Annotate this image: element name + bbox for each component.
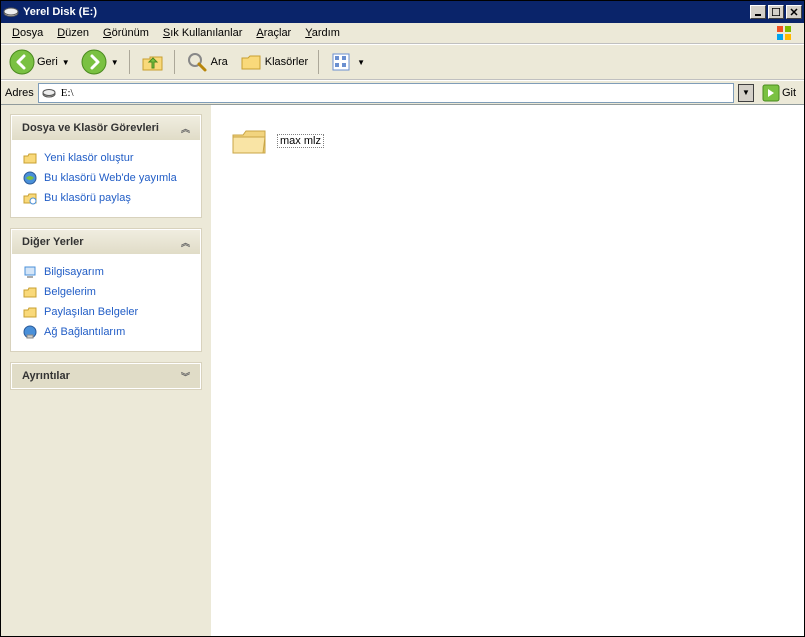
tasks-panel: Dosya ve Klasör Görevleri ︽ Yeni klasör … xyxy=(11,115,201,217)
chevron-up-icon: ︽ xyxy=(181,236,190,249)
drive-icon xyxy=(41,85,57,101)
toolbar-separator xyxy=(129,50,130,74)
address-label: Adres xyxy=(5,87,34,99)
places-panel-body: Bilgisayarım Belgelerim Paylaşılan Belge… xyxy=(12,254,200,350)
go-label: Git xyxy=(782,87,796,99)
search-button[interactable]: Ara xyxy=(181,48,232,76)
toolbar-separator xyxy=(174,50,175,74)
tasks-panel-body: Yeni klasör oluştur Bu klasörü Web'de ya… xyxy=(12,140,200,216)
folder-item[interactable]: max mlz xyxy=(229,123,324,159)
go-button[interactable]: Git xyxy=(758,84,800,102)
address-dropdown[interactable]: ▼ xyxy=(738,84,754,102)
place-network[interactable]: Ağ Bağlantılarım xyxy=(22,322,190,342)
menu-edit[interactable]: Düzen xyxy=(50,25,96,41)
toolbar: Geri ▼ ▼ Ara Klasörler ▼ xyxy=(1,44,804,80)
back-label: Geri xyxy=(37,56,58,68)
menu-tools[interactable]: Araçlar xyxy=(249,25,298,41)
menu-help[interactable]: Yardım xyxy=(298,25,347,41)
drive-icon xyxy=(3,4,19,20)
place-my-documents[interactable]: Belgelerim xyxy=(22,282,190,302)
place-my-computer[interactable]: Bilgisayarım xyxy=(22,262,190,282)
address-input[interactable] xyxy=(61,87,731,99)
dropdown-arrow-icon: ▼ xyxy=(62,58,70,67)
folder-icon xyxy=(229,123,269,159)
details-panel-header[interactable]: Ayrıntılar ︾ xyxy=(12,364,200,388)
tasks-title: Dosya ve Klasör Görevleri xyxy=(22,122,159,134)
content-area: Dosya ve Klasör Görevleri ︽ Yeni klasör … xyxy=(1,104,804,636)
address-bar: Adres ▼ Git xyxy=(1,80,804,104)
dropdown-arrow-icon: ▼ xyxy=(357,58,365,67)
titlebar[interactable]: Yerel Disk (E:) xyxy=(1,1,804,23)
details-panel: Ayrıntılar ︾ xyxy=(11,363,201,389)
folders-label: Klasörler xyxy=(265,56,308,68)
sidebar: Dosya ve Klasör Görevleri ︽ Yeni klasör … xyxy=(1,105,211,636)
file-view[interactable]: max mlz xyxy=(211,105,804,636)
dropdown-arrow-icon: ▼ xyxy=(111,58,119,67)
places-panel: Diğer Yerler ︽ Bilgisayarım Belgelerim P… xyxy=(11,229,201,351)
up-button[interactable] xyxy=(136,48,168,76)
task-new-folder[interactable]: Yeni klasör oluştur xyxy=(22,148,190,168)
folder-label: max mlz xyxy=(277,134,324,148)
task-publish-web[interactable]: Bu klasörü Web'de yayımla xyxy=(22,168,190,188)
search-label: Ara xyxy=(211,56,228,68)
maximize-button[interactable] xyxy=(768,5,784,19)
menu-view[interactable]: Görünüm xyxy=(96,25,156,41)
chevron-up-icon: ︽ xyxy=(181,122,190,135)
back-button[interactable]: Geri ▼ xyxy=(5,47,74,77)
forward-button[interactable]: ▼ xyxy=(77,47,123,77)
chevron-down-icon: ︾ xyxy=(181,370,190,383)
windows-logo-icon xyxy=(764,23,804,43)
places-title: Diğer Yerler xyxy=(22,236,84,248)
tasks-panel-header[interactable]: Dosya ve Klasör Görevleri ︽ xyxy=(12,116,200,140)
toolbar-separator xyxy=(318,50,319,74)
menu-file[interactable]: Dosya xyxy=(5,25,50,41)
details-title: Ayrıntılar xyxy=(22,370,70,382)
place-shared-documents[interactable]: Paylaşılan Belgeler xyxy=(22,302,190,322)
views-button[interactable]: ▼ xyxy=(325,48,369,76)
menubar: Dosya Düzen Görünüm Sık Kullanılanlar Ar… xyxy=(1,23,804,44)
window-title: Yerel Disk (E:) xyxy=(23,6,748,18)
folders-button[interactable]: Klasörler xyxy=(235,48,312,76)
address-field[interactable] xyxy=(38,83,734,103)
menu-favorites[interactable]: Sık Kullanılanlar xyxy=(156,25,250,41)
task-share-folder[interactable]: Bu klasörü paylaş xyxy=(22,188,190,208)
minimize-button[interactable] xyxy=(750,5,766,19)
close-button[interactable] xyxy=(786,5,802,19)
places-panel-header[interactable]: Diğer Yerler ︽ xyxy=(12,230,200,254)
explorer-window: Yerel Disk (E:) Dosya Düzen Görünüm Sık … xyxy=(0,0,805,637)
